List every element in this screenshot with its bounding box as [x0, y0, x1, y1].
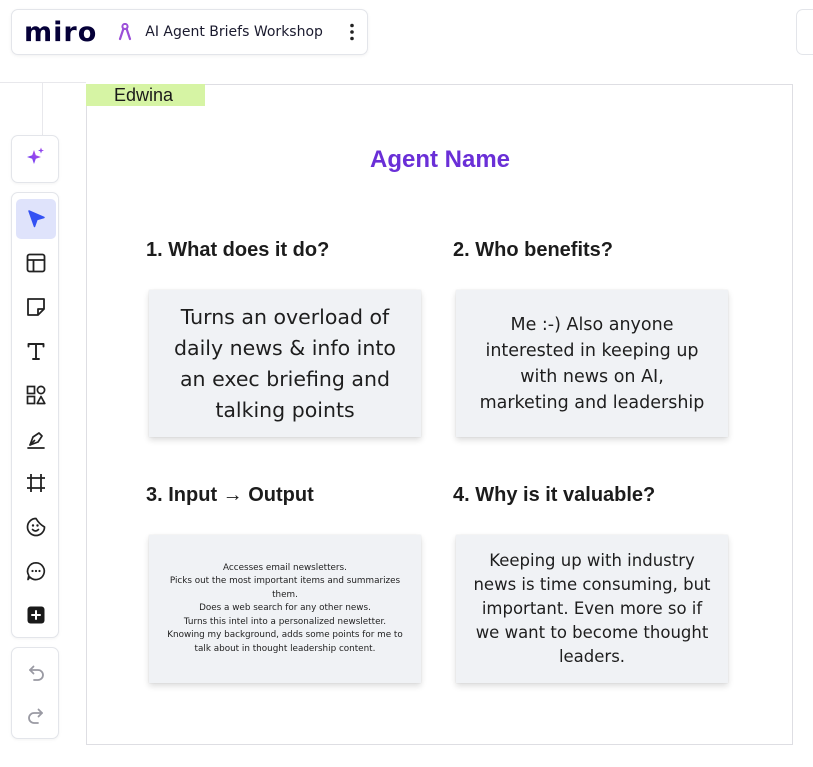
- sticky-note-text: Me :-) Also anyone interested in keeping…: [479, 314, 705, 413]
- section-heading[interactable]: 4. Why is it valuable?: [453, 484, 655, 507]
- undo-icon: [29, 665, 44, 681]
- undo-button[interactable]: [16, 653, 56, 693]
- shapes-icon: [26, 385, 46, 405]
- author-tag: Edwina: [86, 84, 205, 106]
- more-tools-button[interactable]: [16, 595, 56, 635]
- miro-logo[interactable]: miro: [24, 19, 97, 46]
- sticky-note-text: Accesses email newsletters. Picks out th…: [167, 562, 403, 654]
- board-title[interactable]: AI Agent Briefs Workshop: [145, 24, 323, 40]
- layout-icon: [26, 253, 46, 273]
- sticky-note[interactable]: Accesses email newsletters. Picks out th…: [149, 535, 421, 683]
- sticky-note-icon: [27, 298, 45, 316]
- section-heading[interactable]: 3. Input → Output: [146, 484, 314, 507]
- redo-button[interactable]: [16, 696, 56, 736]
- creation-toolbar: [11, 192, 59, 638]
- sparkle-icon: [24, 146, 46, 173]
- text-tool[interactable]: [16, 331, 56, 371]
- comment-icon: [26, 561, 46, 581]
- sticky-note-text: Turns an overload of daily news & info i…: [174, 304, 396, 422]
- sticky-note[interactable]: Keeping up with industry news is time co…: [456, 535, 728, 683]
- canvas-guide: [42, 82, 43, 138]
- comment-tool[interactable]: [16, 551, 56, 591]
- shapes-tool[interactable]: [16, 375, 56, 415]
- pen-icon: [27, 432, 45, 449]
- agent-name-title[interactable]: Agent Name: [300, 146, 580, 174]
- frame-icon: [27, 474, 45, 492]
- templates-tool[interactable]: [16, 243, 56, 283]
- plus-icon: [27, 606, 45, 624]
- canvas-guide: [0, 82, 86, 83]
- cursor-icon: [28, 210, 45, 228]
- sticker-icon: [26, 517, 46, 537]
- board-icon: [117, 23, 133, 41]
- sticky-note[interactable]: Turns an overload of daily news & info i…: [149, 290, 421, 437]
- sticky-note-text: Keeping up with industry news is time co…: [473, 551, 711, 666]
- pen-tool[interactable]: [16, 419, 56, 459]
- history-controls: [11, 647, 59, 739]
- board-header: miro AI Agent Briefs Workshop: [11, 9, 368, 55]
- sticky-note[interactable]: Me :-) Also anyone interested in keeping…: [456, 290, 728, 437]
- section-heading[interactable]: 2. Who benefits?: [453, 239, 613, 262]
- text-icon: [27, 343, 45, 360]
- more-menu-icon[interactable]: [345, 20, 359, 44]
- frame-tool[interactable]: [16, 463, 56, 503]
- redo-icon: [28, 708, 43, 724]
- ai-assist-button[interactable]: [11, 135, 59, 183]
- section-heading[interactable]: 1. What does it do?: [146, 239, 329, 262]
- select-tool[interactable]: [16, 199, 56, 239]
- top-right-toolbar[interactable]: [796, 9, 813, 55]
- stickers-tool[interactable]: [16, 507, 56, 547]
- sticky-note-tool[interactable]: [16, 287, 56, 327]
